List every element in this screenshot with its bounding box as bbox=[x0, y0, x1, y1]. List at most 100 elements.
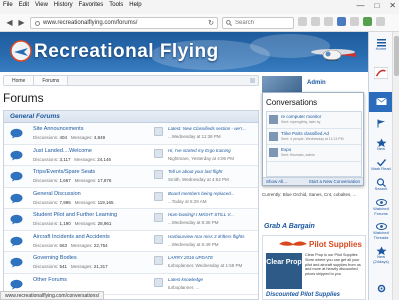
online-users: Currently: Blue Orchid, Sanes, Cnt, coba… bbox=[262, 192, 357, 197]
close-icon[interactable]: ✕ bbox=[389, 1, 396, 10]
latest-post-avatar[interactable] bbox=[154, 148, 163, 158]
address-bar[interactable]: www.recreationalflying.com/forums/ ↻ bbox=[30, 17, 218, 29]
bargain-heading: Grab A Bargain bbox=[264, 223, 315, 230]
latest-post-title[interactable]: Harbourview mar miss 3 drifters flights bbox=[168, 234, 254, 239]
sidebar-item-watched-threads[interactable]: Watched Threads bbox=[369, 222, 393, 240]
messages-count: 21,317 bbox=[93, 264, 108, 269]
latest-post-title[interactable]: Tell us about your last flight bbox=[168, 169, 254, 174]
page-scrollbar[interactable] bbox=[392, 32, 399, 300]
latest-post-avatar[interactable] bbox=[154, 191, 163, 201]
breadcrumb-jump-icon[interactable] bbox=[250, 78, 255, 83]
breadcrumb-home[interactable]: Home bbox=[4, 76, 35, 85]
forum-name[interactable]: Site Announcements bbox=[33, 126, 83, 132]
discussions-count: 541 bbox=[59, 264, 68, 269]
extension-icon[interactable] bbox=[350, 17, 359, 26]
sidebar-item-new-24days[interactable]: New (24days) bbox=[369, 246, 393, 264]
forum-row[interactable]: Governing Bodies Discussions: 541 Message… bbox=[4, 252, 258, 274]
latest-post-title[interactable]: Latest knowledge bbox=[168, 277, 254, 282]
forum-name[interactable]: Governing Bodies bbox=[33, 255, 77, 261]
sidebar-item-mail[interactable] bbox=[369, 92, 393, 112]
latest-post-avatar[interactable] bbox=[154, 277, 163, 287]
forum-name[interactable]: Other Forums bbox=[33, 277, 67, 283]
bookmark-star-icon[interactable] bbox=[298, 17, 307, 26]
sidebar-item-feature[interactable] bbox=[369, 66, 393, 84]
ad-link[interactable]: Discounted Pilot Supplies bbox=[266, 292, 340, 298]
sidebar-item-watched-forums[interactable]: Watched Forums bbox=[369, 198, 393, 216]
menu-help[interactable]: Help bbox=[129, 2, 141, 11]
forum-row[interactable]: General Discussion Discussions: 7,995 Mes… bbox=[4, 187, 258, 209]
latest-post-avatar[interactable] bbox=[154, 213, 163, 222]
latest-post-avatar[interactable] bbox=[154, 234, 163, 244]
logo-mark-icon[interactable] bbox=[10, 40, 32, 62]
breadcrumb-forums[interactable]: Forums bbox=[34, 76, 69, 85]
back-icon[interactable]: ◀ bbox=[4, 17, 15, 28]
maximize-icon[interactable]: □ bbox=[374, 1, 379, 10]
forum-stats: Discussions: 7,995 Messages: 119,165 bbox=[33, 200, 114, 205]
menu-edit[interactable]: Edit bbox=[19, 2, 29, 11]
sidebar-item-settings[interactable] bbox=[369, 284, 393, 293]
conversation-subject[interactable]: Trike Parts classified Ad bbox=[281, 131, 329, 136]
forum-name[interactable]: Trips/Events/Spare Seats bbox=[33, 169, 95, 175]
menu-tools[interactable]: Tools bbox=[109, 2, 123, 11]
show-all-link[interactable]: Show All... bbox=[266, 179, 287, 184]
scroll-thumb[interactable] bbox=[394, 36, 399, 76]
forum-name[interactable]: Just Landed....Welcome bbox=[33, 148, 92, 154]
ad-clearprop-badge[interactable]: Clear Prop bbox=[266, 253, 302, 289]
reload-icon[interactable]: ↻ bbox=[208, 19, 214, 27]
browser-search[interactable] bbox=[222, 17, 294, 29]
addon-icon[interactable] bbox=[363, 17, 372, 26]
sidebar-item-home[interactable]: Home bbox=[369, 38, 393, 52]
ad-brand[interactable]: Pilot Supplies bbox=[309, 240, 362, 249]
minimize-icon[interactable]: — bbox=[356, 1, 364, 10]
sidebar-item-flag[interactable] bbox=[369, 116, 393, 132]
latest-post-avatar[interactable] bbox=[154, 256, 163, 265]
reading-list-icon[interactable] bbox=[311, 17, 320, 26]
start-conversation-link[interactable]: Start a New Conversation bbox=[309, 179, 360, 184]
forum-name[interactable]: Student Pilot and Further Learning bbox=[33, 212, 117, 218]
menu-file[interactable]: File bbox=[3, 2, 13, 11]
latest-post-title[interactable]: Board members being replaced... bbox=[168, 191, 254, 196]
downloads-icon[interactable] bbox=[324, 17, 333, 26]
forward-icon[interactable]: ▶ bbox=[16, 17, 27, 28]
forum-row[interactable]: Site Announcements Discussions: 404 Messa… bbox=[4, 123, 258, 145]
sidebar-item-new[interactable]: New bbox=[369, 138, 393, 152]
forum-row[interactable]: Student Pilot and Further Learning Discus… bbox=[4, 209, 258, 231]
latest-post-title[interactable]: Hum-busting! I MIGHT STILL V... bbox=[168, 212, 254, 217]
forum-name[interactable]: General Discussion bbox=[33, 191, 81, 197]
admin-avatar[interactable] bbox=[262, 76, 302, 92]
conversation-item[interactable]: Expo Sent: fhiumato, admin bbox=[267, 145, 361, 162]
forum-name[interactable]: Aircraft Incidents and Accidents bbox=[33, 234, 110, 240]
sidebar-item-search[interactable]: Search bbox=[369, 178, 393, 192]
latest-post-title[interactable]: Hi, I've started my Ergo training bbox=[168, 148, 254, 153]
latest-post-meta: turboplanner, ... bbox=[168, 284, 200, 290]
latest-post-meta: ...Wednesday at 6:49 PM bbox=[168, 241, 219, 247]
latest-post-avatar[interactable] bbox=[154, 170, 163, 179]
menu-favorites[interactable]: Favorites bbox=[79, 2, 104, 11]
site-logo-text[interactable]: Recreational Flying bbox=[34, 41, 219, 63]
latest-post-avatar[interactable] bbox=[154, 127, 163, 136]
hamburger-menu-icon[interactable] bbox=[376, 17, 385, 26]
browser-search-input[interactable] bbox=[235, 20, 285, 26]
ad-box[interactable]: Pilot Supplies Clear Prop Clear Prop is … bbox=[262, 235, 366, 300]
forum-row[interactable]: Trips/Events/Spare Seats Discussions: 1,6… bbox=[4, 166, 258, 188]
conversation-item[interactable]: Trike Parts classified Ad Sent: 4 people… bbox=[267, 129, 361, 145]
conversation-subject[interactable]: Expo bbox=[281, 147, 291, 152]
conversation-item[interactable]: re computer monitor Sent: rspengleby, la… bbox=[267, 112, 361, 129]
menu-history[interactable]: History bbox=[54, 2, 73, 11]
discussions-label: Discussions: bbox=[33, 135, 59, 140]
pocket-icon[interactable] bbox=[337, 17, 346, 26]
section-header[interactable]: General Forums bbox=[4, 111, 258, 123]
conversation-meta: Sent: 4 people, Wednesday at 11:13 PM bbox=[281, 136, 344, 141]
forum-row[interactable]: Just Landed....Welcome Discussions: 3,117… bbox=[4, 144, 258, 166]
sidebar-item-mark-read[interactable]: Mark Read bbox=[369, 158, 393, 172]
menu-view[interactable]: View bbox=[35, 2, 48, 11]
site-info-icon[interactable] bbox=[35, 20, 40, 26]
latest-post-title[interactable]: Latest: New Classifieds section - we'r..… bbox=[168, 126, 254, 131]
admin-name[interactable]: Admin bbox=[307, 80, 326, 86]
section-title[interactable]: General Forums bbox=[10, 113, 60, 120]
conversation-avatar bbox=[269, 148, 278, 157]
latest-post-title[interactable]: LARRY 2016 UPDATE bbox=[168, 255, 254, 260]
forum-row[interactable]: Aircraft Incidents and Accidents Discussi… bbox=[4, 230, 258, 252]
messages-count: 24,146 bbox=[97, 156, 112, 162]
conversation-subject[interactable]: re computer monitor bbox=[281, 114, 321, 119]
